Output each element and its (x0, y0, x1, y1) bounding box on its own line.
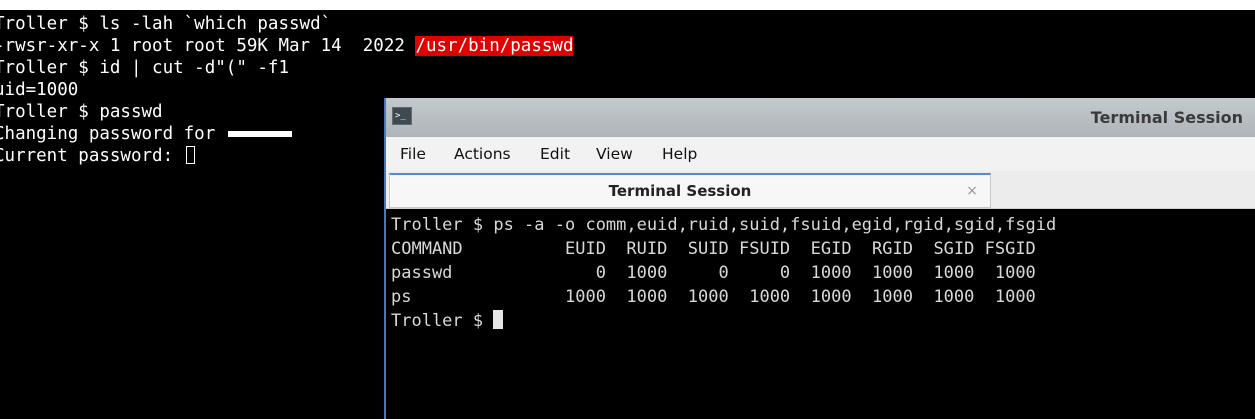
terminal-line: ps 1000 1000 1000 1000 1000 1000 1000 10… (391, 287, 1036, 307)
terminal-line: Troller $ ps -a -o comm,euid,ruid,suid,f… (391, 215, 1057, 235)
menu-file[interactable]: File (400, 137, 426, 171)
terminal-line: Troller $ (391, 309, 504, 333)
menu-help[interactable]: Help (662, 137, 697, 171)
menu-edit[interactable]: Edit (540, 137, 570, 171)
terminal-line: -rwsr-xr-x 1 root root 59K Mar 14 2022 /… (0, 35, 574, 57)
terminal-icon: >_ (392, 107, 412, 125)
tab-label: Terminal Session (608, 182, 752, 200)
terminal-line: Troller $ ls -lah `which passwd` (0, 14, 332, 34)
window-title: Terminal Session (1090, 108, 1243, 127)
highlighted-path: /usr/bin/passwd (415, 36, 574, 56)
terminal-line: Current password: (0, 145, 195, 167)
terminal-line: uid=1000 (0, 80, 79, 100)
shell-prompt: Troller $ (391, 311, 494, 331)
tab-terminal-session[interactable]: Terminal Session × (389, 173, 991, 208)
terminal-line: Troller $ passwd (0, 102, 163, 122)
redacted-username (227, 131, 292, 137)
menu-actions[interactable]: Actions (454, 137, 511, 171)
tab-bar: Terminal Session × (386, 171, 1255, 209)
terminal-window[interactable]: >_ Terminal Session File Actions Edit Vi… (384, 98, 1255, 419)
terminal-output[interactable]: Troller $ ps -a -o comm,euid,ruid,suid,f… (386, 209, 1255, 419)
terminal-line: passwd 0 1000 0 0 1000 1000 1000 1000 (391, 263, 1036, 283)
terminal-line: Troller $ id | cut -d"(" -f1 (0, 58, 290, 78)
terminal-line: COMMAND EUID RUID SUID FSUID EGID RGID S… (391, 239, 1036, 259)
terminal-line: Changing password for (0, 123, 292, 145)
text-cursor (493, 310, 504, 329)
title-bar[interactable]: >_ Terminal Session (386, 98, 1255, 137)
changing-password-text: Changing password for (0, 124, 226, 144)
menu-bar: File Actions Edit View Help (386, 137, 1255, 171)
password-cursor (185, 146, 195, 164)
current-password-prompt: Current password: (0, 146, 184, 166)
ls-output-text: -rwsr-xr-x 1 root root 59K Mar 14 2022 (0, 36, 416, 56)
close-icon[interactable]: × (966, 175, 978, 207)
menu-view[interactable]: View (596, 137, 633, 171)
